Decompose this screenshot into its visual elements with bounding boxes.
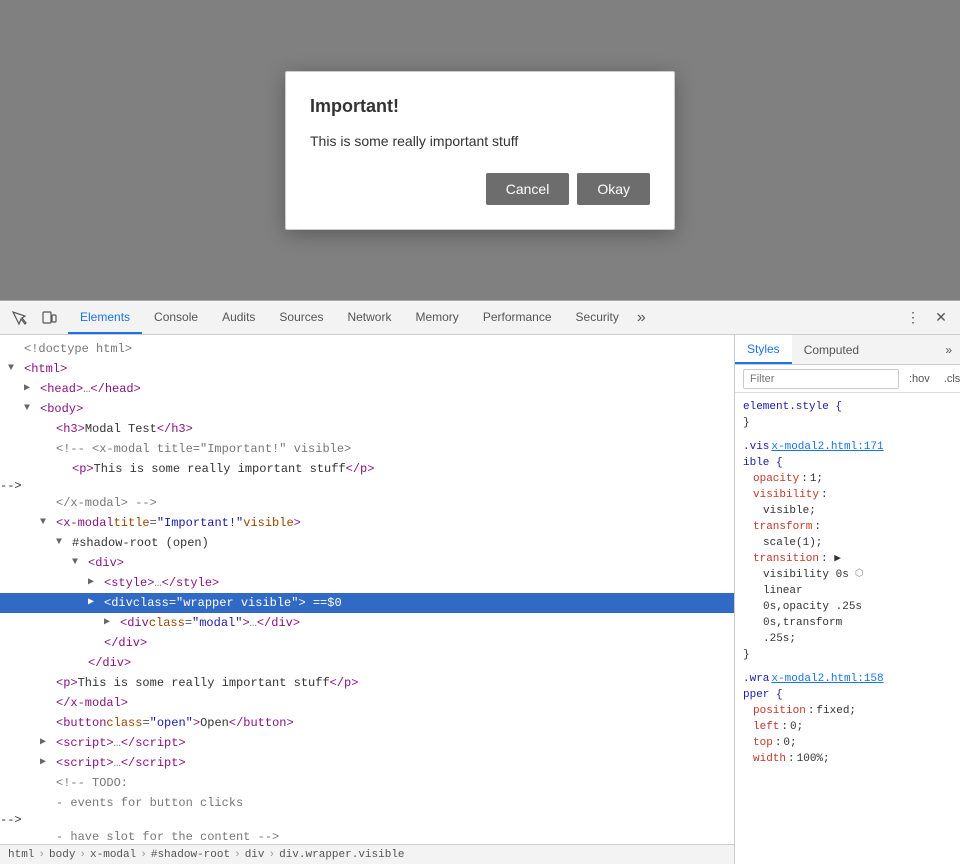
- html-line-div-modal[interactable]: <div class="modal">…</div>: [0, 613, 734, 633]
- expand-style-icon[interactable]: [88, 574, 94, 592]
- toolbar-left-icons: [0, 301, 68, 334]
- html-line-comment-todo[interactable]: <!-- TODO:: [0, 773, 734, 793]
- tab-console[interactable]: Console: [142, 301, 210, 334]
- html-line-div2-close[interactable]: </div>: [0, 653, 734, 673]
- breadcrumb-body[interactable]: body: [49, 849, 75, 861]
- breadcrumb-xmodal[interactable]: x-modal: [90, 849, 136, 861]
- modal-buttons: Cancel Okay: [310, 173, 650, 205]
- style-file-link-visible[interactable]: x-modal2.html:171: [771, 439, 883, 455]
- breadcrumb-div[interactable]: div: [245, 849, 265, 861]
- style-rule-element: element.style { }: [735, 397, 960, 433]
- tab-network[interactable]: Network: [335, 301, 403, 334]
- breadcrumb-shadow-root[interactable]: #shadow-root: [151, 849, 230, 861]
- html-line-div1-close[interactable]: </div>: [0, 633, 734, 653]
- styles-content[interactable]: element.style { } .vis x-modal2.html:171…: [735, 393, 960, 864]
- styles-more-button[interactable]: »: [937, 335, 960, 364]
- styles-filter-bar: :hov .cls +: [735, 365, 960, 393]
- expand-div-modal-icon[interactable]: [104, 614, 110, 632]
- tab-computed[interactable]: Computed: [792, 335, 871, 364]
- html-line-body-open[interactable]: <body>: [0, 399, 734, 419]
- html-line-h3[interactable]: <h3>Modal Test</h3>: [0, 419, 734, 439]
- html-line-p-content[interactable]: <p>This is some really important stuff</…: [0, 673, 734, 693]
- expand-script2-icon[interactable]: [40, 754, 46, 772]
- tab-performance[interactable]: Performance: [471, 301, 564, 334]
- html-line-doctype[interactable]: <!doctype html>: [0, 339, 734, 359]
- breadcrumb-html[interactable]: html: [8, 849, 34, 861]
- html-line-head[interactable]: <head>…</head>: [0, 379, 734, 399]
- devtools-tabs: Elements Console Audits Sources Network …: [68, 301, 900, 334]
- devtools-close-icon[interactable]: ✕: [928, 305, 954, 331]
- style-selector-visible: .vis: [743, 439, 769, 455]
- modal-title: Important!: [310, 96, 650, 117]
- expand-head-icon[interactable]: [24, 380, 30, 398]
- collapse-xmodal-icon[interactable]: [40, 514, 46, 532]
- collapse-div1-icon[interactable]: [72, 554, 78, 572]
- styles-panel-tabs: Styles Computed »: [735, 335, 960, 365]
- html-line-html[interactable]: <html>: [0, 359, 734, 379]
- html-line-comment-xmodal-open[interactable]: <!-- <x-modal title="Important!" visible…: [0, 439, 734, 459]
- html-line-comment-slot[interactable]: - have slot for the content -->: [0, 827, 734, 844]
- cls-filter-button[interactable]: .cls: [940, 371, 960, 387]
- collapse-body-icon[interactable]: [24, 400, 30, 418]
- breadcrumb-div-wrapper[interactable]: div.wrapper.visible: [279, 849, 404, 861]
- html-line-comment-events[interactable]: - events for button clicks: [0, 793, 734, 813]
- style-selector-wrapper: .wra: [743, 671, 769, 687]
- external-link-icon: ⬡: [855, 567, 864, 583]
- html-line-comment-xmodal-close[interactable]: </x-modal> -->: [0, 493, 734, 513]
- html-line-script1[interactable]: <script>…</script>: [0, 733, 734, 753]
- html-line-button[interactable]: <button class="open">Open</button>: [0, 713, 734, 733]
- tab-audits[interactable]: Audits: [210, 301, 267, 334]
- tab-styles[interactable]: Styles: [735, 335, 792, 364]
- cancel-button[interactable]: Cancel: [486, 173, 570, 205]
- html-line-p-comment[interactable]: <p>This is some really important stuff</…: [0, 459, 734, 479]
- modal-dialog: Important! This is some really important…: [285, 71, 675, 230]
- tab-sources[interactable]: Sources: [267, 301, 335, 334]
- breadcrumb-bar: html › body › x-modal › #shadow-root › d…: [0, 844, 734, 864]
- modal-body: This is some really important stuff: [310, 133, 650, 149]
- devtools-toolbar: Elements Console Audits Sources Network …: [0, 301, 960, 335]
- html-line-style[interactable]: <style>…</style>: [0, 573, 734, 593]
- inspect-element-icon[interactable]: [6, 305, 32, 331]
- styles-panel: Styles Computed » :hov .cls + element.st…: [735, 335, 960, 864]
- ok-button[interactable]: Okay: [577, 173, 650, 205]
- html-line-xmodal-open[interactable]: <x-modal title="Important!" visible>: [0, 513, 734, 533]
- styles-filter-input[interactable]: [743, 369, 899, 389]
- tab-memory[interactable]: Memory: [403, 301, 470, 334]
- html-line-script2[interactable]: <script>…</script>: [0, 753, 734, 773]
- collapse-shadow-icon[interactable]: [56, 534, 62, 552]
- modal-overlay: Important! This is some really important…: [0, 0, 960, 300]
- browser-preview: Important! This is some really important…: [0, 0, 960, 300]
- collapse-html-icon[interactable]: [8, 360, 14, 378]
- html-line-div-wrapper[interactable]: <div class="wrapper visible"> == $0: [0, 593, 734, 613]
- devtools-content: <!doctype html> <html> <head>…</head> <b…: [0, 335, 960, 864]
- style-file-link-wrapper[interactable]: x-modal2.html:158: [771, 671, 883, 687]
- expand-div-wrapper-icon[interactable]: [88, 594, 94, 612]
- style-rule-visible: .vis x-modal2.html:171 ible { opacity: 1…: [735, 437, 960, 665]
- html-panel-content[interactable]: <!doctype html> <html> <head>…</head> <b…: [0, 335, 734, 844]
- devtools-menu-icon[interactable]: ⋮: [900, 305, 926, 331]
- html-panel: <!doctype html> <html> <head>…</head> <b…: [0, 335, 735, 864]
- tab-security[interactable]: Security: [564, 301, 631, 334]
- devtools-panel: Elements Console Audits Sources Network …: [0, 300, 960, 864]
- style-selector-element: element.style {: [743, 399, 842, 415]
- hov-filter-button[interactable]: :hov: [905, 371, 934, 387]
- device-toggle-icon[interactable]: [36, 305, 62, 331]
- html-line-xmodal-close[interactable]: </x-modal>: [0, 693, 734, 713]
- toolbar-right-icons: ⋮ ✕: [900, 301, 960, 334]
- html-line-div1-open[interactable]: <div>: [0, 553, 734, 573]
- expand-script1-icon[interactable]: [40, 734, 46, 752]
- html-line-shadow-root[interactable]: #shadow-root (open): [0, 533, 734, 553]
- tab-elements[interactable]: Elements: [68, 301, 142, 334]
- more-tabs-button[interactable]: »: [631, 301, 652, 334]
- style-rule-wrapper: .wra x-modal2.html:158 pper { position: …: [735, 669, 960, 769]
